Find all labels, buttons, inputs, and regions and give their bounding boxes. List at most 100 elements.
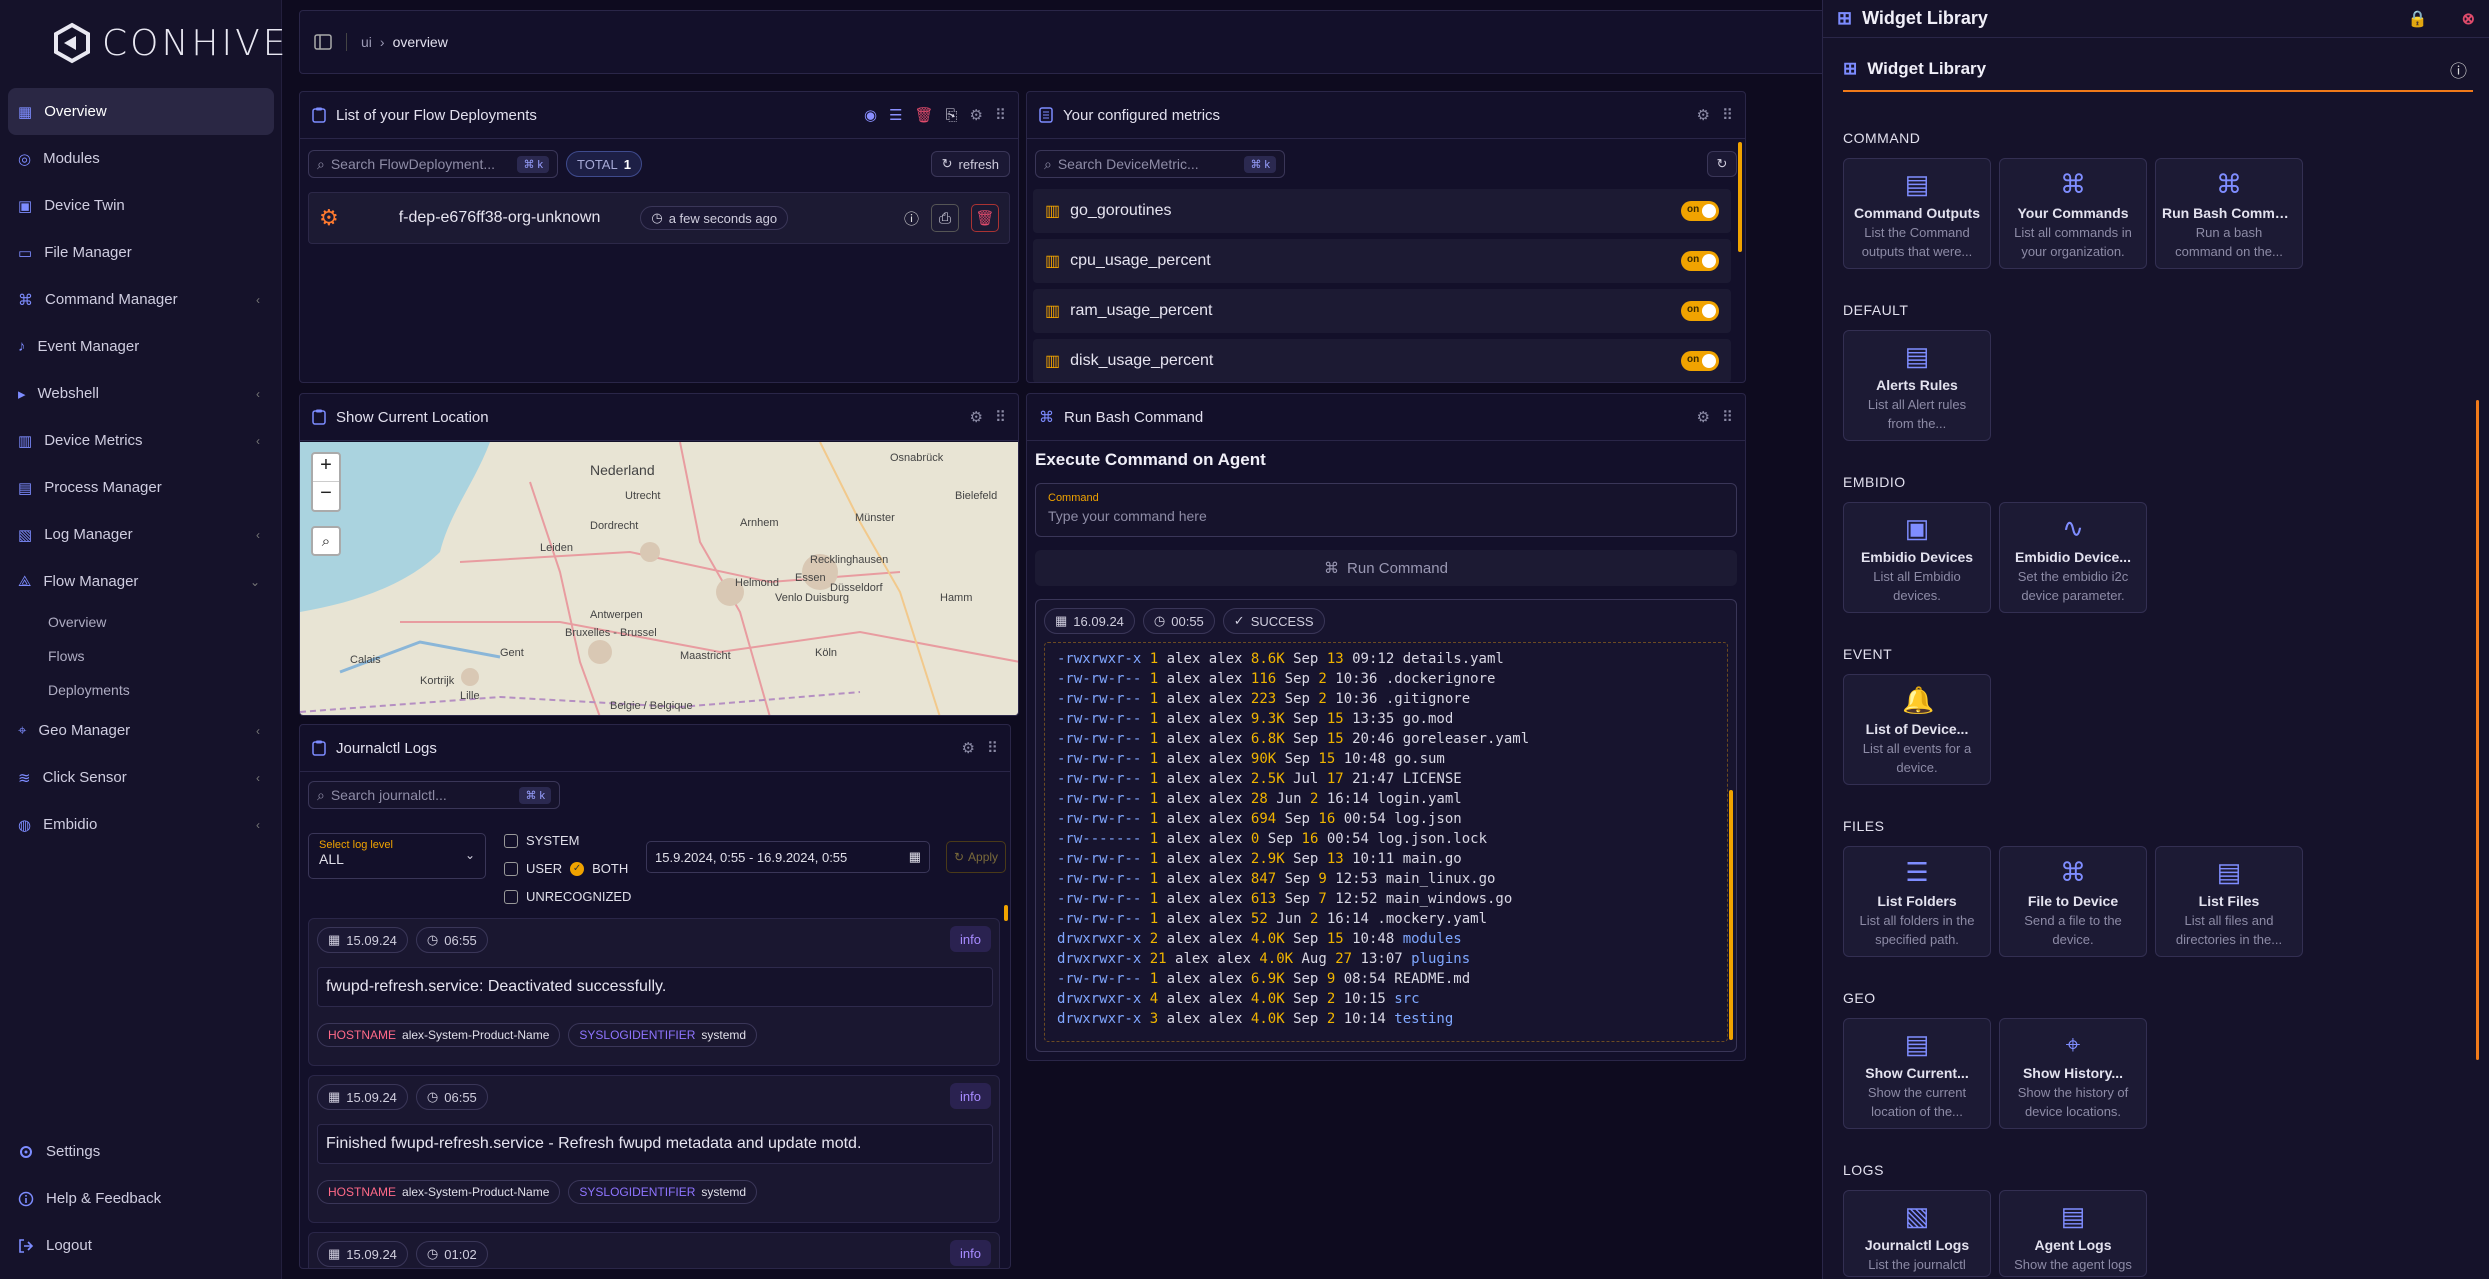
checkbox[interactable] [504,862,518,876]
widget-card[interactable]: ▣ Embidio Devices List all Embidio devices… [1843,502,1991,613]
zoom-in-button[interactable]: + [313,454,339,482]
widget-card[interactable]: ▤ Alerts Rules List all Alert rules from t… [1843,330,1991,441]
apply-button[interactable]: ↻ Apply [946,841,1006,873]
info-icon[interactable]: ⓘ [2450,57,2467,82]
metric-row[interactable]: ▥ ram_usage_percent on [1033,289,1731,333]
sidebar-item-geo-manager[interactable]: ⌖ Geo Manager ‹ [8,707,274,754]
info-icon[interactable]: ⓘ [904,208,919,229]
terminal-field: 13:35 [1352,711,1395,727]
metric-search-input[interactable]: ⌕ Search DeviceMetric... ⌘ k [1035,150,1285,178]
flow-search-input[interactable]: ⌕ Search FlowDeployment... ⌘ k [308,150,558,178]
gear-icon[interactable]: ⚙ [1697,408,1710,426]
run-command-button[interactable]: ⌘ Run Command [1035,550,1737,586]
option-unrecognized[interactable]: UNRECOGNIZED [504,883,631,911]
sidebar-item-flow-manager[interactable]: ⟁ Flow Manager ⌄ [8,558,274,605]
calendar-icon: ▦ [1055,613,1068,628]
log-entry[interactable]: ▦ 15.09.24 ◷ 01:02 info [308,1232,1000,1268]
metric-row[interactable]: ▥ go_goroutines on [1033,189,1731,233]
widget-card[interactable]: ⌖ Show History... Show the history of devi… [1999,1018,2147,1129]
save-button[interactable]: ⎙ [931,204,959,232]
log-entry[interactable]: ▦ 15.09.24 ◷ 06:55 info fwupd-refresh.service… [308,918,1000,1066]
widget-card[interactable]: ▤ Show Current... Show the current locatio… [1843,1018,1991,1129]
export-icon[interactable]: ⎘ [946,107,958,124]
checkbox[interactable] [504,834,518,848]
widget-card[interactable]: ∿ Embidio Device... Set the embidio i2c de… [1999,502,2147,613]
metric-row[interactable]: ▥ cpu_usage_percent on [1033,239,1731,283]
lock-icon[interactable]: 🔒 [2408,9,2428,29]
scrollbar[interactable] [1004,905,1008,921]
widget-card[interactable]: ▤ Agent Logs Show the agent logs [1999,1190,2147,1277]
command-input[interactable]: Command Type your command here [1035,483,1737,537]
drag-handle-icon[interactable]: ⠿ [987,739,998,757]
widget-card[interactable]: ⌘ Your Commands List all commands in your … [1999,158,2147,269]
terminal-output[interactable]: -rwxrwxr-x 1 alex alex 8.6K Sep 13 09:12… [1044,642,1728,1042]
widget-card[interactable]: ☰ List Folders List all folders in the spe… [1843,846,1991,957]
sidebar-item-click-sensor[interactable]: ≋ Click Sensor ‹ [8,754,274,801]
sidebar-item-logout[interactable]: Logout [8,1222,274,1269]
sidebar-item-command-manager[interactable]: ⌘ Command Manager ‹ [8,276,274,323]
drag-handle-icon[interactable]: ⠿ [995,106,1006,124]
sidebar-item-process-manager[interactable]: ▤ Process Manager [8,464,274,511]
gear-icon[interactable]: ⚙ [970,408,983,426]
log-entry[interactable]: ▦ 15.09.24 ◷ 06:55 info Finished fwupd-refres… [308,1075,1000,1223]
sidebar-item-help[interactable]: Help & Feedback [8,1175,274,1222]
metric-row[interactable]: ▥ disk_usage_percent on [1033,339,1731,382]
option-system[interactable]: SYSTEM [504,827,631,855]
calendar-icon[interactable]: ▦ [909,849,921,865]
close-icon[interactable]: ⊗ [2462,9,2475,29]
gear-icon[interactable]: ⚙ [962,739,975,757]
map[interactable]: Nederland Utrecht Osnabrück Münster Bielefel… [300,442,1018,715]
sidebar-subitem-deployments[interactable]: Deployments [8,673,274,707]
zoom-out-button[interactable]: − [313,482,339,510]
scrollbar[interactable] [1729,790,1733,1040]
metric-toggle[interactable]: on [1681,201,1719,221]
widget-card[interactable]: ⌘ File to Device Send a file to the device… [1999,846,2147,957]
section-heading: FILES [1843,818,1885,834]
flow-deployment-row[interactable]: ⚙ f-dep-e676ff38-org-unknown ◷ a few seco… [308,192,1010,244]
sidebar-item-modules[interactable]: ◎ Modules [8,135,274,182]
drag-handle-icon[interactable]: ⠿ [1722,106,1733,124]
sidebar-item-webshell[interactable]: ▸ Webshell ‹ [8,370,274,417]
refresh-button[interactable]: ↻ refresh [930,151,1010,177]
widget-card[interactable]: 🔔 List of Device... List all events for a … [1843,674,1991,785]
sidebar-item-embidio[interactable]: ◍ Embidio ‹ [8,801,274,848]
list-icon[interactable]: ☰ [889,106,902,124]
sidebar-item-event-manager[interactable]: ♪ Event Manager [8,323,274,370]
sidebar-item-settings[interactable]: Settings [8,1128,274,1175]
drag-handle-icon[interactable]: ⠿ [1722,408,1733,426]
widget-card[interactable]: ▧ Journalctl Logs List the journalctl [1843,1190,1991,1277]
sidebar-item-file-manager[interactable]: ▭ File Manager [8,229,274,276]
gear-icon[interactable]: ⚙ [1697,106,1710,124]
sidebar-toggle-icon[interactable] [314,34,332,50]
option-user[interactable]: USER ✓ BOTH [504,855,631,883]
widget-card[interactable]: ▤ List Files List all files and directorie… [2155,846,2303,957]
widget-card[interactable]: ⌘ Run Bash Command Run a bash command on t… [2155,158,2303,269]
scrollbar[interactable] [1738,142,1742,252]
check-icon[interactable]: ✓ [570,862,585,876]
sidebar-item-overview[interactable]: ▦ Overview [8,88,274,135]
sidebar-item-device-twin[interactable]: ▣ Device Twin [8,182,274,229]
delete-button[interactable]: 🗑 [971,204,999,232]
sidebar-item-device-metrics[interactable]: ▥ Device Metrics ‹ [8,417,274,464]
checkbox[interactable] [504,890,518,904]
drag-handle-icon[interactable]: ⠿ [995,408,1006,426]
metric-toggle[interactable]: on [1681,351,1719,371]
metric-toggle[interactable]: on [1681,301,1719,321]
brand-logo[interactable]: CONHIVE [50,22,288,64]
widget-card[interactable]: ▤ Command Outputs List the Command outputs… [1843,158,1991,269]
eye-icon[interactable]: ◉ [864,106,877,124]
trash-icon[interactable]: 🗑 [914,106,933,124]
sidebar-subitem-flows[interactable]: Flows [8,639,274,673]
scrollbar[interactable] [2476,400,2479,1060]
sidebar-subitem-overview[interactable]: Overview [8,605,274,639]
metric-toggle[interactable]: on [1681,251,1719,271]
log-level-select[interactable]: Select log level ALL ⌄ [308,833,486,879]
refresh-button[interactable]: ↻ [1707,151,1737,177]
map-search-button[interactable]: ⌕ [311,526,341,556]
sidebar-item-log-manager[interactable]: ▧ Log Manager ‹ [8,511,274,558]
journal-search-input[interactable]: ⌕ Search journalctl... ⌘ k [308,781,560,809]
gear-icon[interactable]: ⚙ [970,106,983,124]
clipboard-icon: ▤ [1904,341,1930,371]
date-range-input[interactable]: 15.9.2024, 0:55 - 16.9.2024, 0:55 ▦ [646,841,930,873]
breadcrumb-root[interactable]: ui [361,34,372,50]
